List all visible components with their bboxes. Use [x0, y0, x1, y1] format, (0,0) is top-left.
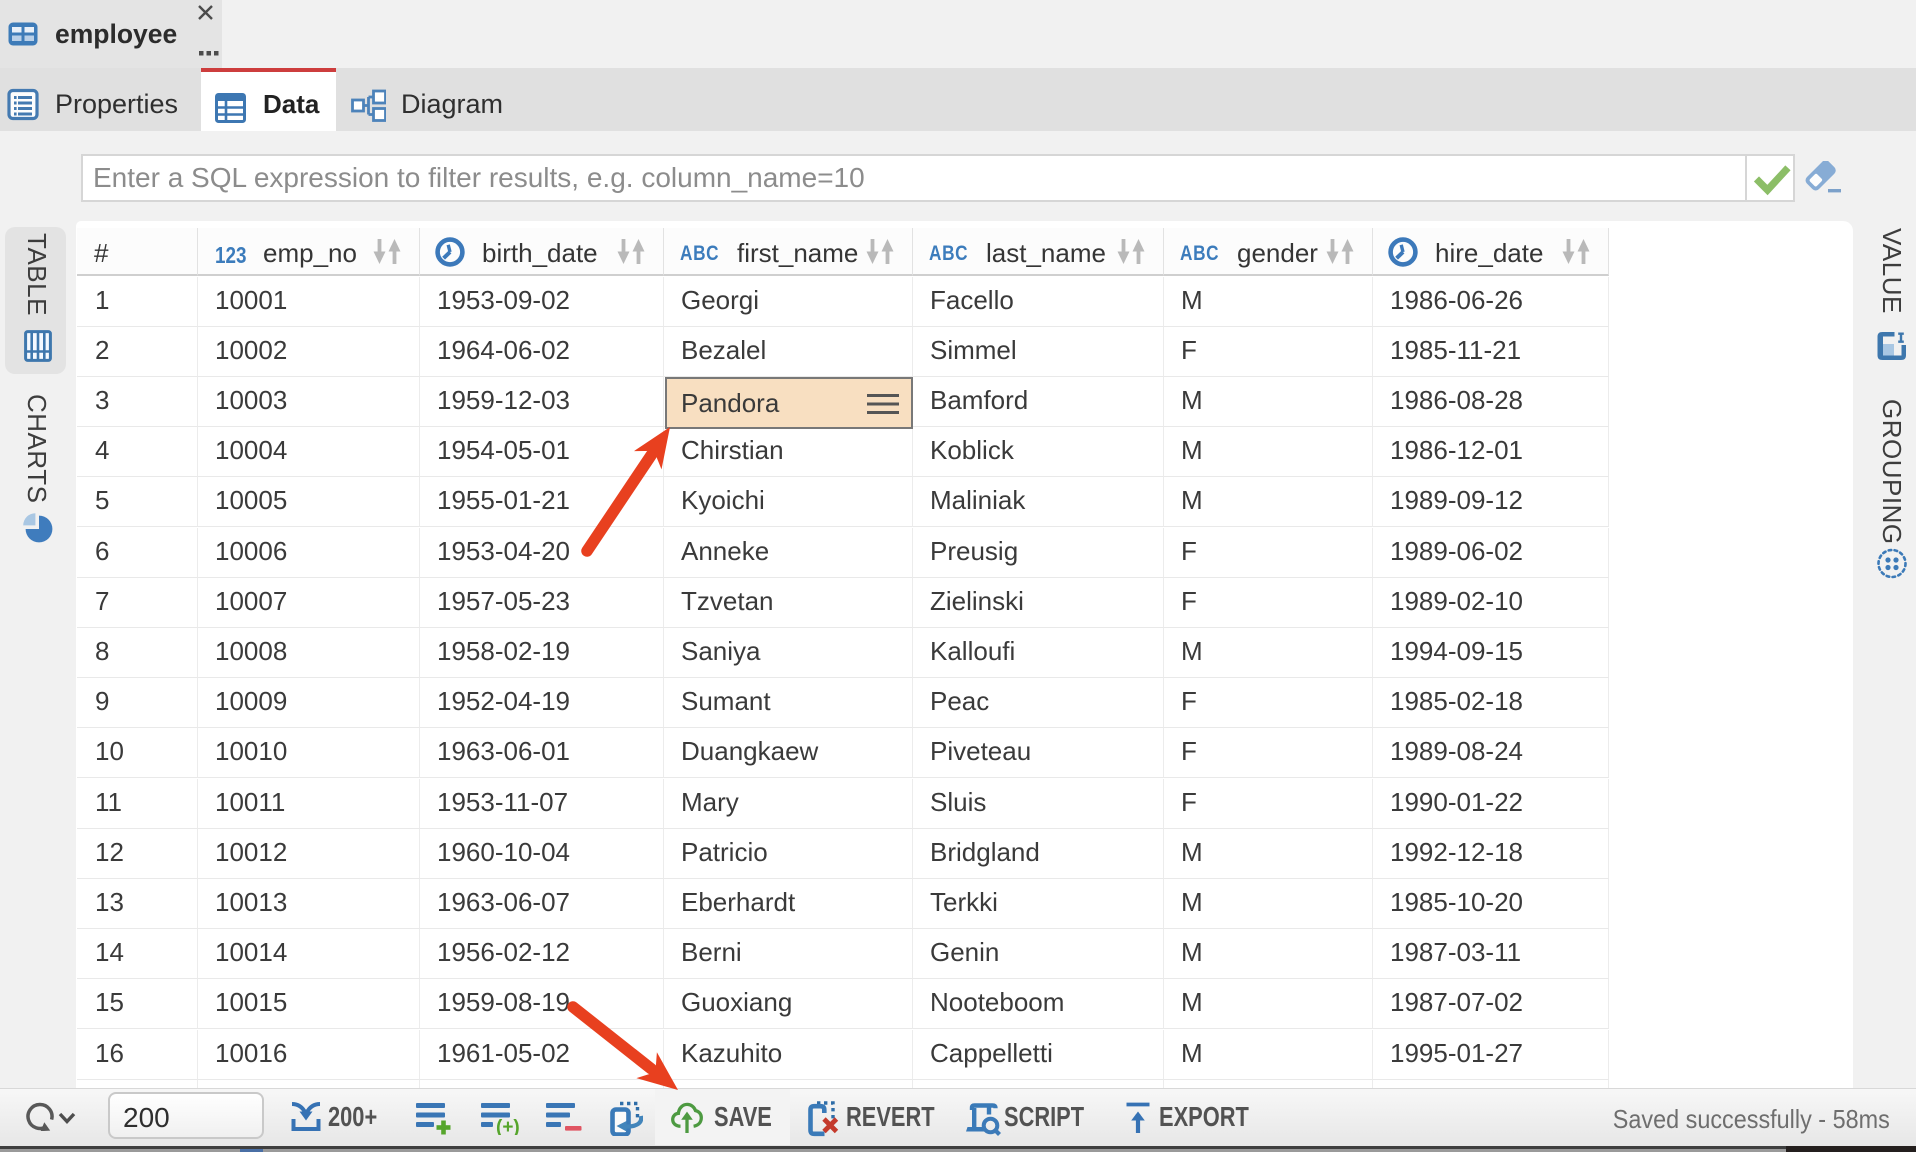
svg-text:(+): (+) — [496, 1117, 519, 1135]
